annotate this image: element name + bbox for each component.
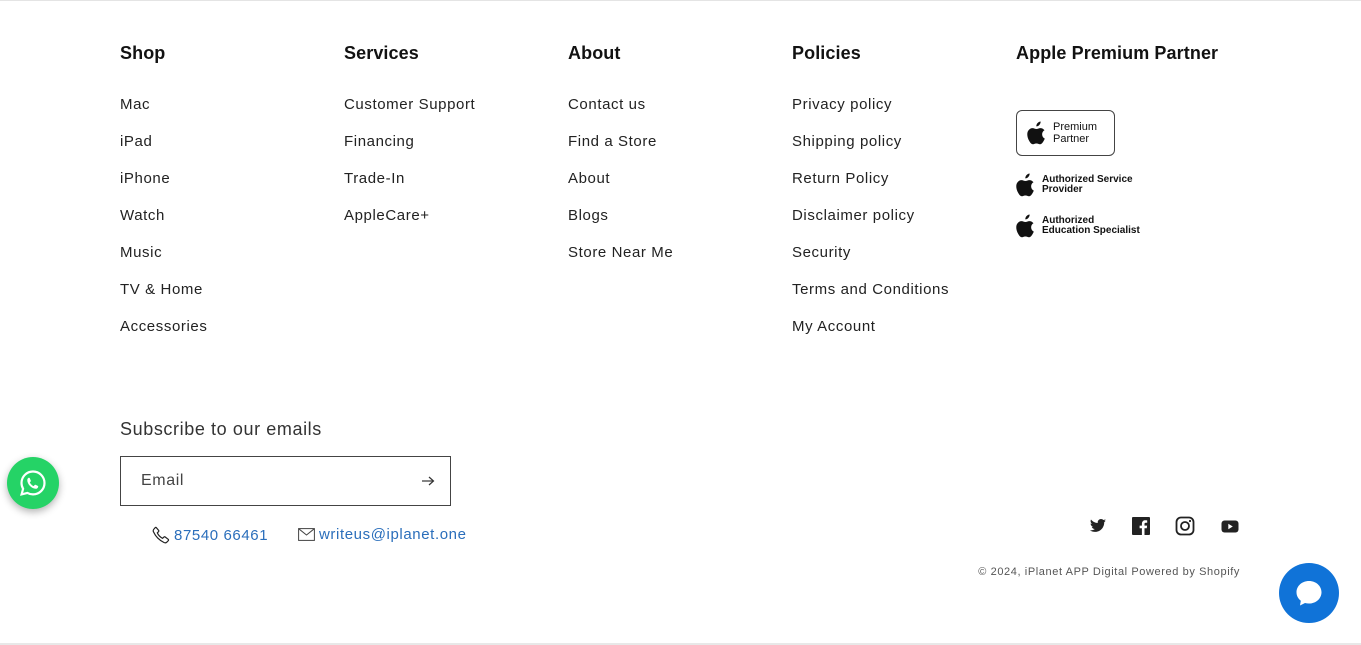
link-store-near-me[interactable]: Store Near Me bbox=[568, 244, 673, 261]
list-item: Security bbox=[792, 244, 949, 281]
education-badge-text: Authorized Education Specialist bbox=[1042, 216, 1140, 236]
list-item: iPad bbox=[120, 133, 207, 170]
list-item: Accessories bbox=[120, 318, 207, 355]
apple-logo-icon bbox=[1027, 121, 1045, 145]
contact-phone: 87540 66461 bbox=[152, 526, 268, 544]
premium-badge-line1: Premium bbox=[1053, 121, 1098, 133]
list-item: Return Policy bbox=[792, 170, 949, 207]
column-heading-policies: Policies bbox=[792, 43, 861, 63]
list-item: AppleCare+ bbox=[344, 207, 475, 244]
premium-badge-line2: Partner bbox=[1053, 133, 1090, 145]
phone-link[interactable]: 87540 66461 bbox=[174, 527, 268, 544]
link-list-services: Customer Support Financing Trade-In Appl… bbox=[344, 96, 475, 244]
apple-logo-icon bbox=[1016, 214, 1034, 238]
subscribe-heading: Subscribe to our emails bbox=[120, 419, 322, 439]
chat-icon bbox=[1296, 581, 1322, 606]
list-item: Financing bbox=[344, 133, 475, 170]
list-item: Mac bbox=[120, 96, 207, 133]
link-ipad[interactable]: iPad bbox=[120, 133, 152, 150]
link-security[interactable]: Security bbox=[792, 244, 851, 261]
link-privacy-policy[interactable]: Privacy policy bbox=[792, 96, 892, 113]
list-item: TV & Home bbox=[120, 281, 207, 318]
top-divider bbox=[0, 0, 1361, 1]
newsletter-form bbox=[120, 456, 451, 506]
facebook-icon[interactable] bbox=[1131, 516, 1151, 536]
footer-column-policies: Policies Privacy policy Shipping policy … bbox=[792, 40, 949, 355]
column-heading-partner: Apple Premium Partner bbox=[1016, 43, 1219, 63]
list-item: Disclaimer policy bbox=[792, 207, 949, 244]
contact-email: writeus@iplanet.one bbox=[298, 526, 467, 543]
copyright-prefix: © 2024, bbox=[978, 566, 1025, 578]
email-link[interactable]: writeus@iplanet.one bbox=[319, 526, 467, 543]
footer-column-services: Services Customer Support Financing Trad… bbox=[344, 40, 475, 244]
premium-partner-badge: Premium Partner bbox=[1016, 110, 1115, 156]
link-list-about: Contact us Find a Store About Blogs Stor… bbox=[568, 96, 673, 281]
link-contact-us[interactable]: Contact us bbox=[568, 96, 646, 113]
mail-icon bbox=[298, 528, 315, 541]
service-badge-text: Authorized Service Provider bbox=[1042, 175, 1133, 195]
link-find-a-store[interactable]: Find a Store bbox=[568, 133, 657, 150]
link-shipping-policy[interactable]: Shipping policy bbox=[792, 133, 902, 150]
link-my-account[interactable]: My Account bbox=[792, 318, 876, 335]
list-item: Trade-In bbox=[344, 170, 475, 207]
link-terms-and-conditions[interactable]: Terms and Conditions bbox=[792, 281, 949, 298]
link-blogs[interactable]: Blogs bbox=[568, 207, 609, 224]
column-heading-about: About bbox=[568, 43, 621, 63]
link-mac[interactable]: Mac bbox=[120, 96, 150, 113]
instagram-icon[interactable] bbox=[1175, 516, 1195, 536]
list-item: iPhone bbox=[120, 170, 207, 207]
list-item: Blogs bbox=[568, 207, 673, 244]
link-iphone[interactable]: iPhone bbox=[120, 170, 170, 187]
authorized-service-badge: Authorized Service Provider bbox=[1016, 173, 1133, 197]
list-item: Contact us bbox=[568, 96, 673, 133]
chat-widget-button[interactable] bbox=[1279, 563, 1339, 623]
list-item: Customer Support bbox=[344, 96, 475, 133]
column-heading-shop: Shop bbox=[120, 43, 166, 63]
list-item: My Account bbox=[792, 318, 949, 355]
list-item: Watch bbox=[120, 207, 207, 244]
link-accessories[interactable]: Accessories bbox=[120, 318, 207, 335]
footer-column-about: About Contact us Find a Store About Blog… bbox=[568, 40, 673, 281]
list-item: Shipping policy bbox=[792, 133, 949, 170]
powered-by-shopify-link[interactable]: Powered by Shopify bbox=[1131, 566, 1240, 578]
list-item: About bbox=[568, 170, 673, 207]
link-disclaimer-policy[interactable]: Disclaimer policy bbox=[792, 207, 915, 224]
whatsapp-icon bbox=[20, 470, 46, 496]
youtube-icon[interactable] bbox=[1220, 516, 1240, 536]
link-list-shop: Mac iPad iPhone Watch Music TV & Home Ac… bbox=[120, 96, 207, 355]
phone-icon bbox=[152, 526, 170, 544]
education-badge-line2: Education Specialist bbox=[1042, 225, 1140, 236]
copyright-line: © 2024, iPlanet APP Digital Powered by S… bbox=[900, 566, 1240, 578]
list-item: Terms and Conditions bbox=[792, 281, 949, 318]
link-applecare[interactable]: AppleCare+ bbox=[344, 207, 430, 224]
footer-column-shop: Shop Mac iPad iPhone Watch Music TV & Ho… bbox=[120, 40, 207, 355]
premium-badge-text: Premium Partner bbox=[1053, 121, 1097, 145]
twitter-icon[interactable] bbox=[1088, 516, 1108, 536]
link-return-policy[interactable]: Return Policy bbox=[792, 170, 889, 187]
link-list-policies: Privacy policy Shipping policy Return Po… bbox=[792, 96, 949, 355]
link-watch[interactable]: Watch bbox=[120, 207, 165, 224]
list-item: Music bbox=[120, 244, 207, 281]
list-item: Find a Store bbox=[568, 133, 673, 170]
link-music[interactable]: Music bbox=[120, 244, 162, 261]
store-link[interactable]: iPlanet APP Digital bbox=[1025, 566, 1128, 578]
education-specialist-badge: Authorized Education Specialist bbox=[1016, 214, 1140, 238]
whatsapp-button[interactable] bbox=[7, 457, 59, 509]
link-tv-home[interactable]: TV & Home bbox=[120, 281, 203, 298]
link-about[interactable]: About bbox=[568, 170, 610, 187]
email-input[interactable] bbox=[121, 457, 411, 505]
list-item: Store Near Me bbox=[568, 244, 673, 281]
link-financing[interactable]: Financing bbox=[344, 133, 414, 150]
link-customer-support[interactable]: Customer Support bbox=[344, 96, 475, 113]
link-trade-in[interactable]: Trade-In bbox=[344, 170, 405, 187]
column-heading-services: Services bbox=[344, 43, 419, 63]
list-item: Privacy policy bbox=[792, 96, 949, 133]
service-badge-line2: Provider bbox=[1042, 184, 1083, 195]
apple-logo-icon bbox=[1016, 173, 1034, 197]
subscribe-arrow-button[interactable] bbox=[420, 473, 436, 489]
footer-column-partner: Apple Premium Partner bbox=[1016, 40, 1218, 66]
